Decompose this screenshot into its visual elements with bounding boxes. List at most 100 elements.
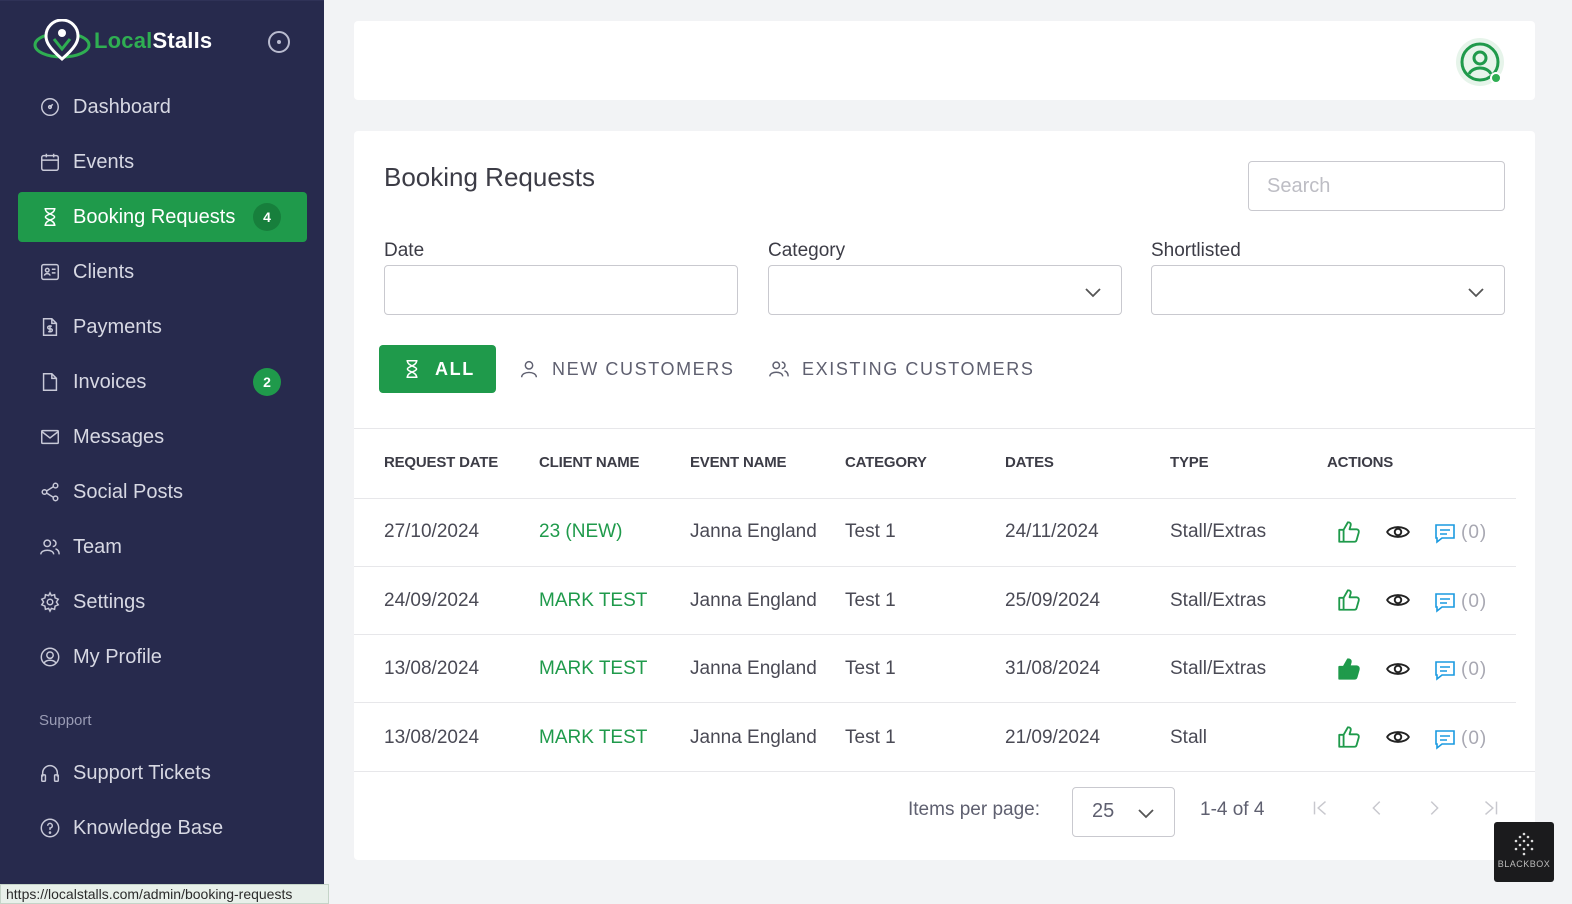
share-icon <box>38 480 62 504</box>
date-filter-label: Date <box>384 240 425 261</box>
thumbs-up-icon[interactable] <box>1336 587 1362 613</box>
gear-icon <box>38 590 62 614</box>
tab-new-customers[interactable]: NEW CUSTOMERS <box>518 345 734 393</box>
sidebar-item-label: Messages <box>73 425 165 448</box>
sidebar-item-invoices[interactable]: Invoices 2 <box>18 357 307 407</box>
cell-type: Stall/Extras <box>1170 658 1267 679</box>
page-title: Booking Requests <box>384 162 596 192</box>
cell-dates: 21/09/2024 <box>1005 727 1101 748</box>
hourglass-icon <box>406 360 418 378</box>
sidebar-item-dashboard[interactable]: Dashboard <box>18 82 307 132</box>
cell-event-name: Janna England <box>690 521 817 542</box>
cell-request-date: 24/09/2024 <box>384 590 480 611</box>
column-header-category[interactable]: CATEGORY <box>845 454 927 471</box>
date-filter-input[interactable] <box>384 265 738 315</box>
column-header-dates[interactable]: DATES <box>1005 454 1054 471</box>
logo[interactable]: LocalStalls <box>32 19 212 63</box>
sidebar-item-social-posts[interactable]: Social Posts <box>18 467 307 517</box>
chevron-down-icon <box>1466 282 1486 302</box>
first-page-icon[interactable] <box>1309 797 1333 821</box>
comment-icon <box>1435 593 1455 613</box>
cell-client-name[interactable]: MARK TEST <box>539 727 647 749</box>
sidebar-item-clients[interactable]: Clients <box>18 247 307 297</box>
blackbox-widget[interactable]: BLACKBOX <box>1494 822 1554 882</box>
column-header-client-name[interactable]: CLIENT NAME <box>539 454 639 471</box>
next-page-icon[interactable] <box>1423 797 1447 821</box>
column-header-event-name[interactable]: EVENT NAME <box>690 454 787 471</box>
eye-icon[interactable] <box>1385 656 1411 682</box>
cell-category: Test 1 <box>845 658 896 679</box>
cell-client-name[interactable]: MARK TEST <box>539 658 647 680</box>
cell-event-name: Janna England <box>690 590 817 611</box>
sidebar-item-label: Booking Requests <box>73 205 236 228</box>
sidebar-collapse-icon[interactable] <box>268 31 290 53</box>
eye-icon[interactable] <box>1385 724 1411 750</box>
cell-event-name: Janna England <box>690 658 817 679</box>
column-header-request-date[interactable]: REQUEST DATE <box>384 454 498 471</box>
help-circle-icon <box>38 816 62 840</box>
category-filter-select[interactable] <box>768 265 1122 315</box>
comment-button[interactable]: (0) <box>1433 590 1487 614</box>
hourglass-icon <box>38 205 62 229</box>
top-header <box>354 21 1535 100</box>
comment-count: (0) <box>1461 728 1488 749</box>
thumbs-up-filled-icon[interactable] <box>1336 656 1362 682</box>
cell-type: Stall <box>1170 727 1207 748</box>
pagination-range: 1-4 of 4 <box>1200 799 1265 820</box>
sidebar-item-messages[interactable]: Messages <box>18 412 307 462</box>
cell-client-name[interactable]: MARK TEST <box>539 590 647 612</box>
thumbs-up-icon[interactable] <box>1336 519 1362 545</box>
comment-icon <box>1435 730 1455 750</box>
comment-icon <box>1435 524 1455 544</box>
comment-icon <box>1435 661 1455 681</box>
cell-category: Test 1 <box>845 727 896 748</box>
last-page-icon[interactable] <box>1480 797 1504 821</box>
cell-request-date: 27/10/2024 <box>384 521 480 542</box>
shortlisted-filter-select[interactable] <box>1151 265 1505 315</box>
support-section-label: Support <box>39 712 92 729</box>
search-input[interactable] <box>1248 161 1505 211</box>
cell-request-date: 13/08/2024 <box>384 658 480 679</box>
user-avatar[interactable] <box>1456 38 1504 86</box>
comment-button[interactable]: (0) <box>1433 521 1487 545</box>
tab-existing-customers[interactable]: EXISTING CUSTOMERS <box>768 345 1035 393</box>
envelope-icon <box>38 425 62 449</box>
sidebar-item-support-tickets[interactable]: Support Tickets <box>18 748 307 798</box>
divider <box>354 428 1535 429</box>
category-filter-label: Category <box>768 240 846 261</box>
cell-client-name[interactable]: 23 (NEW) <box>539 521 622 543</box>
column-header-type[interactable]: TYPE <box>1170 454 1209 471</box>
users-icon <box>769 361 789 377</box>
comment-button[interactable]: (0) <box>1433 727 1487 751</box>
row-divider <box>354 634 1516 635</box>
cell-request-date: 13/08/2024 <box>384 727 480 748</box>
sidebar-item-label: My Profile <box>73 645 162 668</box>
sidebar-item-settings[interactable]: Settings <box>18 577 307 627</box>
tab-all[interactable]: ALL <box>379 345 496 393</box>
sidebar-item-label: Payments <box>73 315 162 338</box>
cell-category: Test 1 <box>845 521 896 542</box>
comment-button[interactable]: (0) <box>1433 658 1487 682</box>
sidebar-item-knowledge-base[interactable]: Knowledge Base <box>18 803 307 853</box>
previous-page-icon[interactable] <box>1366 797 1390 821</box>
eye-icon[interactable] <box>1385 587 1411 613</box>
sidebar-item-payments[interactable]: Payments <box>18 302 307 352</box>
sidebar-item-my-profile[interactable]: My Profile <box>18 632 307 682</box>
items-per-page-select[interactable]: 25 <box>1072 787 1175 837</box>
cell-type: Stall/Extras <box>1170 521 1267 542</box>
sidebar-item-team[interactable]: Team <box>18 522 307 572</box>
thumbs-up-icon[interactable] <box>1336 724 1362 750</box>
sidebar-item-booking-requests[interactable]: Booking Requests 4 <box>18 192 307 242</box>
sidebar-item-label: Team <box>73 535 122 558</box>
user-icon <box>520 360 538 378</box>
dots-logo-icon <box>1514 832 1534 856</box>
comment-count: (0) <box>1461 659 1488 680</box>
document-icon <box>38 370 62 394</box>
cell-category: Test 1 <box>845 590 896 611</box>
comment-count: (0) <box>1461 591 1488 612</box>
sidebar-item-events[interactable]: Events <box>18 137 307 187</box>
eye-icon[interactable] <box>1385 519 1411 545</box>
tab-label: ALL <box>435 358 475 379</box>
status-bar-url: https://localstalls.com/admin/booking-re… <box>0 884 329 904</box>
sidebar-item-label: Dashboard <box>73 95 171 118</box>
